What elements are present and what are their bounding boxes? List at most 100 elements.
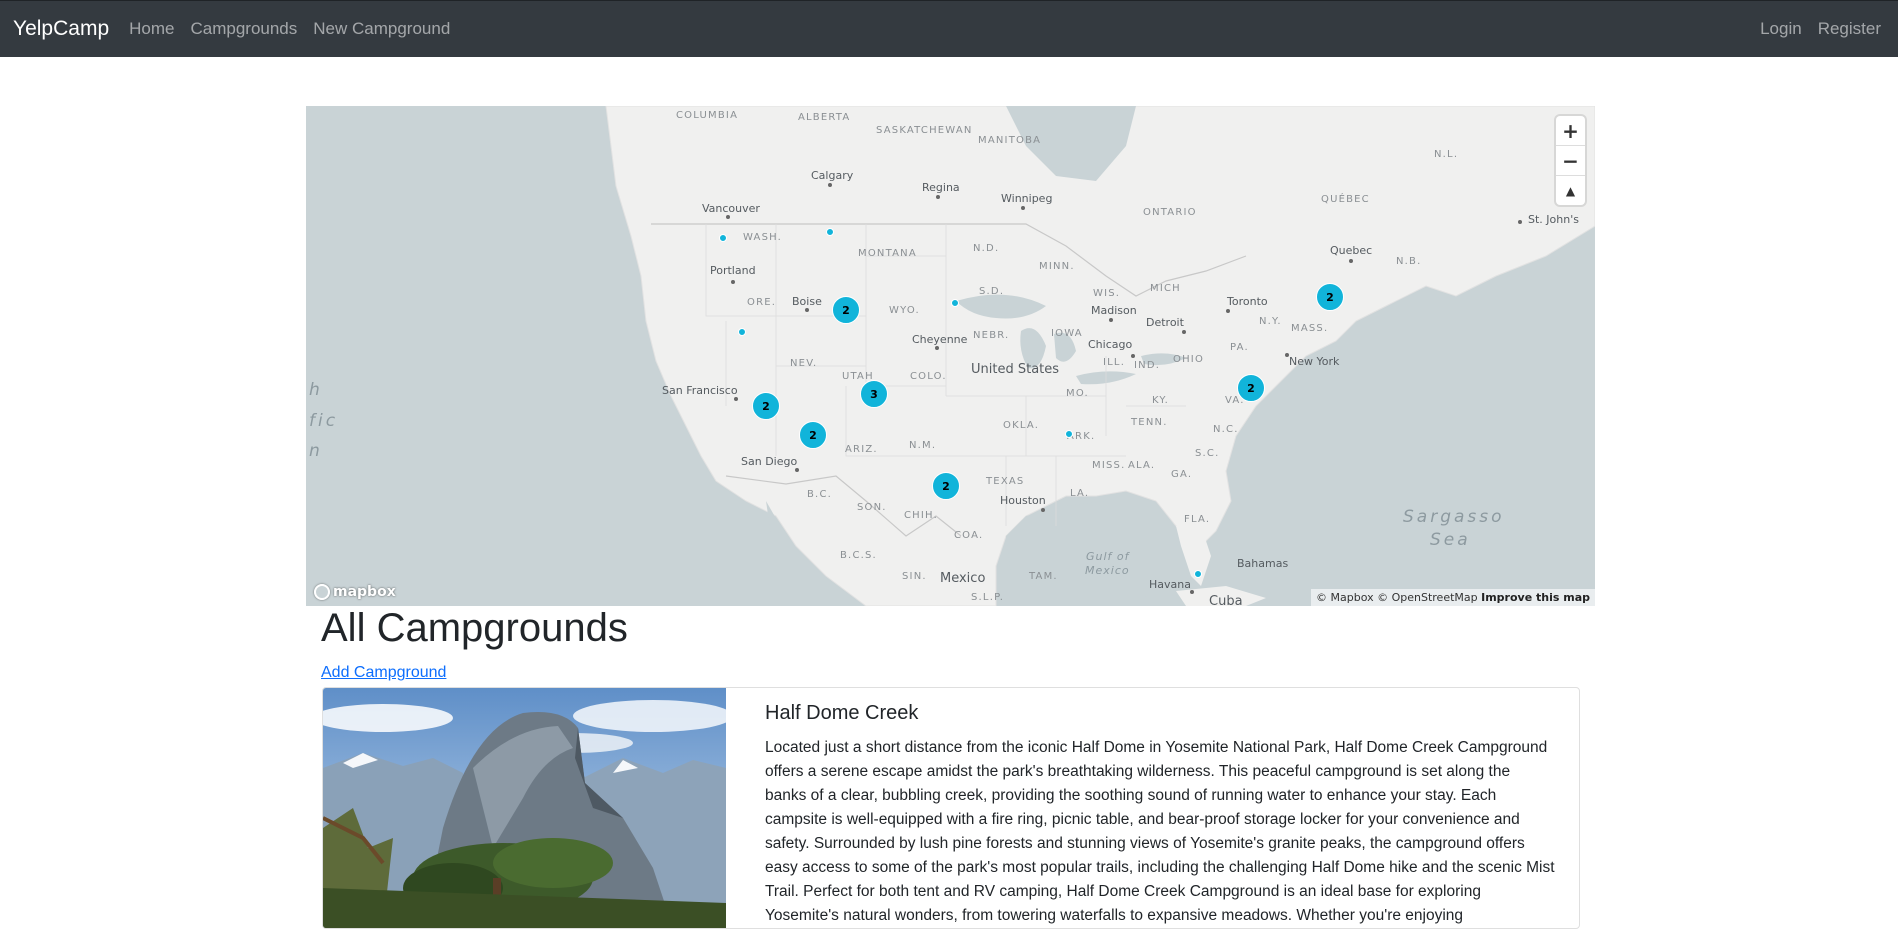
map-city-label: Havana bbox=[1149, 578, 1191, 591]
map-region-label: OKLA. bbox=[1003, 420, 1040, 431]
map-ocean-label: Gulf of bbox=[1086, 550, 1130, 563]
nav-register-link[interactable]: Register bbox=[1818, 19, 1881, 39]
campground-image bbox=[323, 688, 726, 928]
map-region-label: N.L. bbox=[1434, 149, 1459, 160]
map-region-label: MICH bbox=[1150, 283, 1181, 294]
map-city-label: Winnipeg bbox=[1001, 192, 1053, 205]
city-dot bbox=[1041, 508, 1045, 512]
city-dot bbox=[828, 183, 832, 187]
nav-login-link[interactable]: Login bbox=[1760, 19, 1802, 39]
map-region-label: N.B. bbox=[1396, 256, 1422, 267]
map-navigation-control: + − ▲ bbox=[1556, 116, 1585, 205]
map-region-label: TEXAS bbox=[986, 476, 1025, 487]
map-region-label: MASS. bbox=[1291, 323, 1329, 334]
nav-home-link[interactable]: Home bbox=[129, 19, 174, 39]
city-dot bbox=[1182, 330, 1186, 334]
map-region-label: SASKATCHEWAN bbox=[876, 125, 973, 136]
add-campground-link[interactable]: Add Campground bbox=[321, 664, 446, 682]
map-region-label: COA. bbox=[954, 530, 984, 541]
map-region-label: WYO. bbox=[889, 305, 920, 316]
campground-cluster[interactable]: 3 bbox=[860, 380, 888, 408]
city-dot bbox=[1109, 318, 1113, 322]
map-region-label: PA. bbox=[1230, 342, 1249, 353]
map-region-label: TENN. bbox=[1131, 417, 1168, 428]
map-region-label: N.Y. bbox=[1259, 316, 1282, 327]
map-region-label: SIN. bbox=[902, 571, 927, 582]
map-region-label: IOWA bbox=[1051, 328, 1083, 339]
map-city-label: New York bbox=[1289, 355, 1340, 368]
map-region-label: TAM. bbox=[1029, 571, 1058, 582]
nav-campgrounds-link[interactable]: Campgrounds bbox=[190, 19, 297, 39]
city-dot bbox=[726, 215, 730, 219]
map-city-label: St. John's bbox=[1528, 213, 1579, 226]
zoom-out-button[interactable]: − bbox=[1556, 146, 1585, 176]
map-region-label: S.D. bbox=[979, 286, 1005, 297]
map-region-label: NEBR. bbox=[973, 330, 1010, 341]
map-country-label: Cuba bbox=[1209, 594, 1243, 606]
map-region-label: KY. bbox=[1152, 395, 1170, 406]
map-region-label: S.L.P. bbox=[971, 592, 1005, 603]
map-region-label: ONTARIO bbox=[1143, 207, 1197, 218]
map-region-label: QUÉBEC bbox=[1321, 194, 1370, 205]
cluster-map[interactable]: COLUMBIA ALBERTA SASKATCHEWAN MANITOBA O… bbox=[306, 106, 1595, 606]
mapbox-logo[interactable]: mapbox bbox=[314, 584, 396, 600]
brand-link[interactable]: YelpCamp bbox=[13, 17, 109, 41]
nav-new-campground-link[interactable]: New Campground bbox=[313, 19, 450, 39]
map-region-label: ALBERTA bbox=[798, 112, 851, 123]
improve-map-link[interactable]: Improve this map bbox=[1481, 591, 1590, 604]
campground-cluster[interactable]: 2 bbox=[932, 472, 960, 500]
city-dot bbox=[1021, 206, 1025, 210]
map-ocean-label: h bbox=[309, 380, 323, 400]
map-city-label: San Francisco bbox=[662, 384, 738, 397]
map-ocean-label: Mexico bbox=[1085, 564, 1130, 577]
mapbox-logo-icon bbox=[314, 584, 330, 600]
map-city-label: Chicago bbox=[1088, 338, 1133, 351]
map-city-label: Vancouver bbox=[702, 202, 760, 215]
map-region-label: LA. bbox=[1070, 488, 1090, 499]
map-region-label: N.C. bbox=[1213, 424, 1239, 435]
map-attribution: © Mapbox © OpenStreetMap Improve this ma… bbox=[1311, 589, 1595, 606]
campground-point[interactable] bbox=[738, 328, 746, 336]
map-country-label: United States bbox=[971, 362, 1060, 377]
map-city-label: Houston bbox=[1000, 494, 1046, 507]
campground-point[interactable] bbox=[719, 234, 727, 242]
map-city-label: Calgary bbox=[811, 169, 854, 182]
campground-point[interactable] bbox=[1065, 430, 1073, 438]
page-title: All Campgrounds bbox=[321, 606, 628, 650]
map-city-label: Bahamas bbox=[1237, 557, 1289, 570]
campground-cluster[interactable]: 2 bbox=[752, 392, 780, 420]
map-region-label: B.C. bbox=[807, 489, 833, 500]
map-region-label: MISS. bbox=[1092, 460, 1126, 471]
campground-cluster[interactable]: 2 bbox=[1237, 374, 1265, 402]
city-dot bbox=[935, 346, 939, 350]
campground-point[interactable] bbox=[1194, 570, 1202, 578]
map-city-label: Regina bbox=[922, 181, 960, 194]
city-dot bbox=[1349, 259, 1353, 263]
map-city-label: Cheyenne bbox=[912, 333, 968, 346]
map-city-label: Toronto bbox=[1227, 295, 1268, 308]
map-region-label: ORE. bbox=[747, 297, 777, 308]
map-ocean-label: Sargasso bbox=[1403, 507, 1505, 527]
map-city-label: Quebec bbox=[1330, 244, 1373, 257]
attribution-text[interactable]: © Mapbox © OpenStreetMap bbox=[1316, 591, 1478, 604]
map-region-label: COLUMBIA bbox=[676, 110, 739, 121]
campground-cluster[interactable]: 2 bbox=[799, 421, 827, 449]
map-region-label: MANITOBA bbox=[978, 135, 1042, 146]
map-region-label: MINN. bbox=[1039, 261, 1075, 272]
map-city-label: Detroit bbox=[1146, 316, 1184, 329]
city-dot bbox=[795, 468, 799, 472]
campground-point[interactable] bbox=[951, 299, 959, 307]
campground-cluster[interactable]: 2 bbox=[1316, 283, 1344, 311]
campground-point[interactable] bbox=[826, 228, 834, 236]
map-region-label: SON. bbox=[857, 502, 887, 513]
map-region-label: N.D. bbox=[973, 243, 1000, 254]
map-ocean-label: fic bbox=[309, 411, 339, 431]
city-dot bbox=[1226, 309, 1230, 313]
campground-cluster[interactable]: 2 bbox=[832, 296, 860, 324]
map-city-label: Portland bbox=[710, 264, 756, 277]
zoom-in-button[interactable]: + bbox=[1556, 116, 1585, 146]
city-dot bbox=[731, 280, 735, 284]
map-country-label: Mexico bbox=[940, 571, 986, 586]
compass-icon[interactable]: ▲ bbox=[1556, 176, 1585, 205]
campground-title[interactable]: Half Dome Creek bbox=[765, 702, 918, 725]
